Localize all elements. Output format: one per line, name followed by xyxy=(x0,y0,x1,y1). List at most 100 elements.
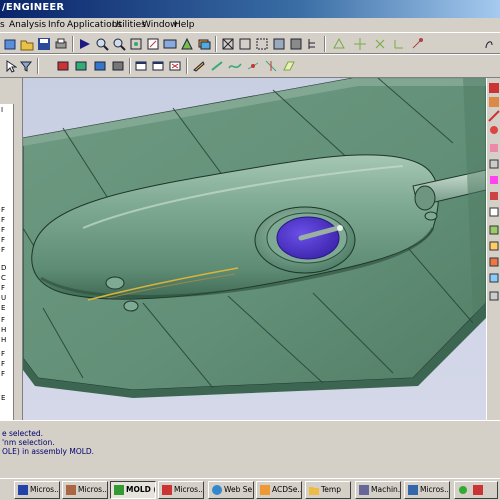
feature-icon-8[interactable] xyxy=(488,190,500,202)
edge-icon[interactable] xyxy=(209,58,225,74)
orient-icon[interactable] xyxy=(145,36,161,52)
feature-icon-3[interactable] xyxy=(488,110,500,122)
system-tray[interactable] xyxy=(454,481,498,499)
filter-icon[interactable] xyxy=(18,58,34,74)
feature-icon-4[interactable] xyxy=(488,124,500,136)
shading-icon[interactable] xyxy=(271,36,287,52)
tree-item-fragment[interactable]: F xyxy=(1,360,5,368)
taskbar-item-acdsee[interactable]: ACDSe... xyxy=(256,481,302,499)
shaded-active-icon[interactable] xyxy=(288,36,304,52)
folder-icon xyxy=(309,485,319,495)
windows-taskbar: Micros... Micros... MOLD (... Micros... … xyxy=(0,478,500,500)
tree-item-fragment[interactable]: U xyxy=(1,294,6,302)
model-tree-icon[interactable] xyxy=(305,36,321,52)
title-bar[interactable]: /ENGINEER xyxy=(0,0,500,18)
refit-icon[interactable] xyxy=(128,36,144,52)
taskbar-item-micros-4[interactable]: Micros... xyxy=(404,481,450,499)
feature-icon-9[interactable] xyxy=(488,206,500,218)
datum-planes-icon[interactable] xyxy=(331,36,347,52)
mold-icon-1[interactable] xyxy=(55,58,71,74)
tree-item-fragment[interactable]: F xyxy=(1,236,5,244)
taskbar-item-web[interactable]: Web Se... xyxy=(208,481,254,499)
tree-item-fragment[interactable]: E xyxy=(1,394,5,402)
window-icon-2[interactable] xyxy=(150,58,166,74)
datum-points-icon[interactable] xyxy=(372,36,388,52)
taskbar-item-mold[interactable]: MOLD (... xyxy=(110,481,156,499)
tree-item-fragment[interactable]: F xyxy=(1,370,5,378)
layers-icon[interactable] xyxy=(196,36,212,52)
spin-center-icon[interactable] xyxy=(409,36,425,52)
feature-icon-2[interactable] xyxy=(488,96,500,108)
feature-icon-10[interactable] xyxy=(488,224,500,236)
taskbar-item-machin[interactable]: Machin... xyxy=(355,481,401,499)
feature-icon-11[interactable] xyxy=(488,240,500,252)
graphics-viewport[interactable] xyxy=(23,78,486,420)
feature-icon-13[interactable] xyxy=(488,272,500,284)
tree-item-fragment[interactable]: F xyxy=(1,206,5,214)
tree-item-fragment[interactable]: C xyxy=(1,274,6,282)
taskbar-item-micros-1[interactable]: Micros... xyxy=(14,481,60,499)
point-tool-icon[interactable] xyxy=(245,58,261,74)
help-icon[interactable] xyxy=(481,36,497,52)
message-line-3: OLE) in assembly MOLD. xyxy=(2,447,95,456)
sketch-icon[interactable] xyxy=(191,58,207,74)
acdsee-icon xyxy=(260,485,270,495)
tree-item-fragment[interactable]: H xyxy=(1,336,6,344)
no-hidden-icon[interactable] xyxy=(254,36,270,52)
browser-icon xyxy=(212,485,222,495)
tree-item-fragment[interactable]: F xyxy=(1,226,5,234)
saved-views-icon[interactable] xyxy=(179,36,195,52)
feature-toolbar xyxy=(486,78,500,420)
feature-icon-12[interactable] xyxy=(488,256,500,268)
menu-bar: s Analysis Info Applications Utilities W… xyxy=(0,18,500,32)
menu-window[interactable]: Window xyxy=(142,20,178,30)
view-manager-icon[interactable] xyxy=(162,36,178,52)
feature-icon-1[interactable] xyxy=(488,82,500,94)
menu-analysis[interactable]: Analysis xyxy=(9,20,46,30)
menu-help[interactable]: Help xyxy=(174,20,195,30)
tree-item-fragment[interactable]: F xyxy=(1,350,5,358)
feature-icon-14[interactable] xyxy=(488,290,500,302)
tray-icon xyxy=(458,485,468,495)
tree-item-fragment[interactable]: F xyxy=(1,316,5,324)
taskbar-item-micros-2[interactable]: Micros... xyxy=(62,481,108,499)
menu-utilities[interactable]: Utilities xyxy=(112,20,146,30)
menu-fragment[interactable]: s xyxy=(0,20,5,30)
feature-icon-5[interactable] xyxy=(488,142,500,154)
taskbar-item-temp[interactable]: Temp xyxy=(305,481,351,499)
select-icon[interactable] xyxy=(2,58,18,74)
mold-icon-2[interactable] xyxy=(73,58,89,74)
tree-item-fragment[interactable]: F xyxy=(1,216,5,224)
mold-icon-4[interactable] xyxy=(110,58,126,74)
zoom-in-icon[interactable] xyxy=(94,36,110,52)
axis-tool-icon[interactable] xyxy=(263,58,279,74)
curve-icon[interactable] xyxy=(227,58,243,74)
window-icon-1[interactable] xyxy=(133,58,149,74)
plane-tool-icon[interactable] xyxy=(281,58,297,74)
tree-item-fragment[interactable]: H xyxy=(1,326,6,334)
model-tree-list[interactable]: I F F F F F D C F U E F H H F F F E xyxy=(0,104,14,420)
tool-icon-1[interactable] xyxy=(2,36,18,52)
zoom-out-icon[interactable] xyxy=(111,36,127,52)
open-icon[interactable] xyxy=(19,36,35,52)
tree-item-fragment[interactable]: F xyxy=(1,284,5,292)
app-icon xyxy=(66,485,76,495)
menu-info[interactable]: Info xyxy=(48,20,65,30)
save-icon[interactable] xyxy=(36,36,52,52)
wireframe-icon[interactable] xyxy=(220,36,236,52)
feature-icon-6[interactable] xyxy=(488,158,500,170)
print-icon[interactable] xyxy=(53,36,69,52)
tree-item-fragment[interactable]: I xyxy=(1,106,3,114)
datum-axes-icon[interactable] xyxy=(352,36,368,52)
feature-icon-7[interactable] xyxy=(488,174,500,186)
close-window-icon[interactable] xyxy=(167,58,183,74)
coord-sys-icon[interactable] xyxy=(391,36,407,52)
taskbar-item-micros-3[interactable]: Micros... xyxy=(158,481,204,499)
tree-item-fragment[interactable]: F xyxy=(1,246,5,254)
tree-item-fragment[interactable]: D xyxy=(1,264,6,272)
mold-icon-3[interactable] xyxy=(92,58,108,74)
hidden-line-icon[interactable] xyxy=(237,36,253,52)
tree-item-fragment[interactable]: E xyxy=(1,304,5,312)
redraw-icon[interactable] xyxy=(77,36,93,52)
model-tree-panel[interactable]: I F F F F F D C F U E F H H F F F E xyxy=(0,78,23,420)
